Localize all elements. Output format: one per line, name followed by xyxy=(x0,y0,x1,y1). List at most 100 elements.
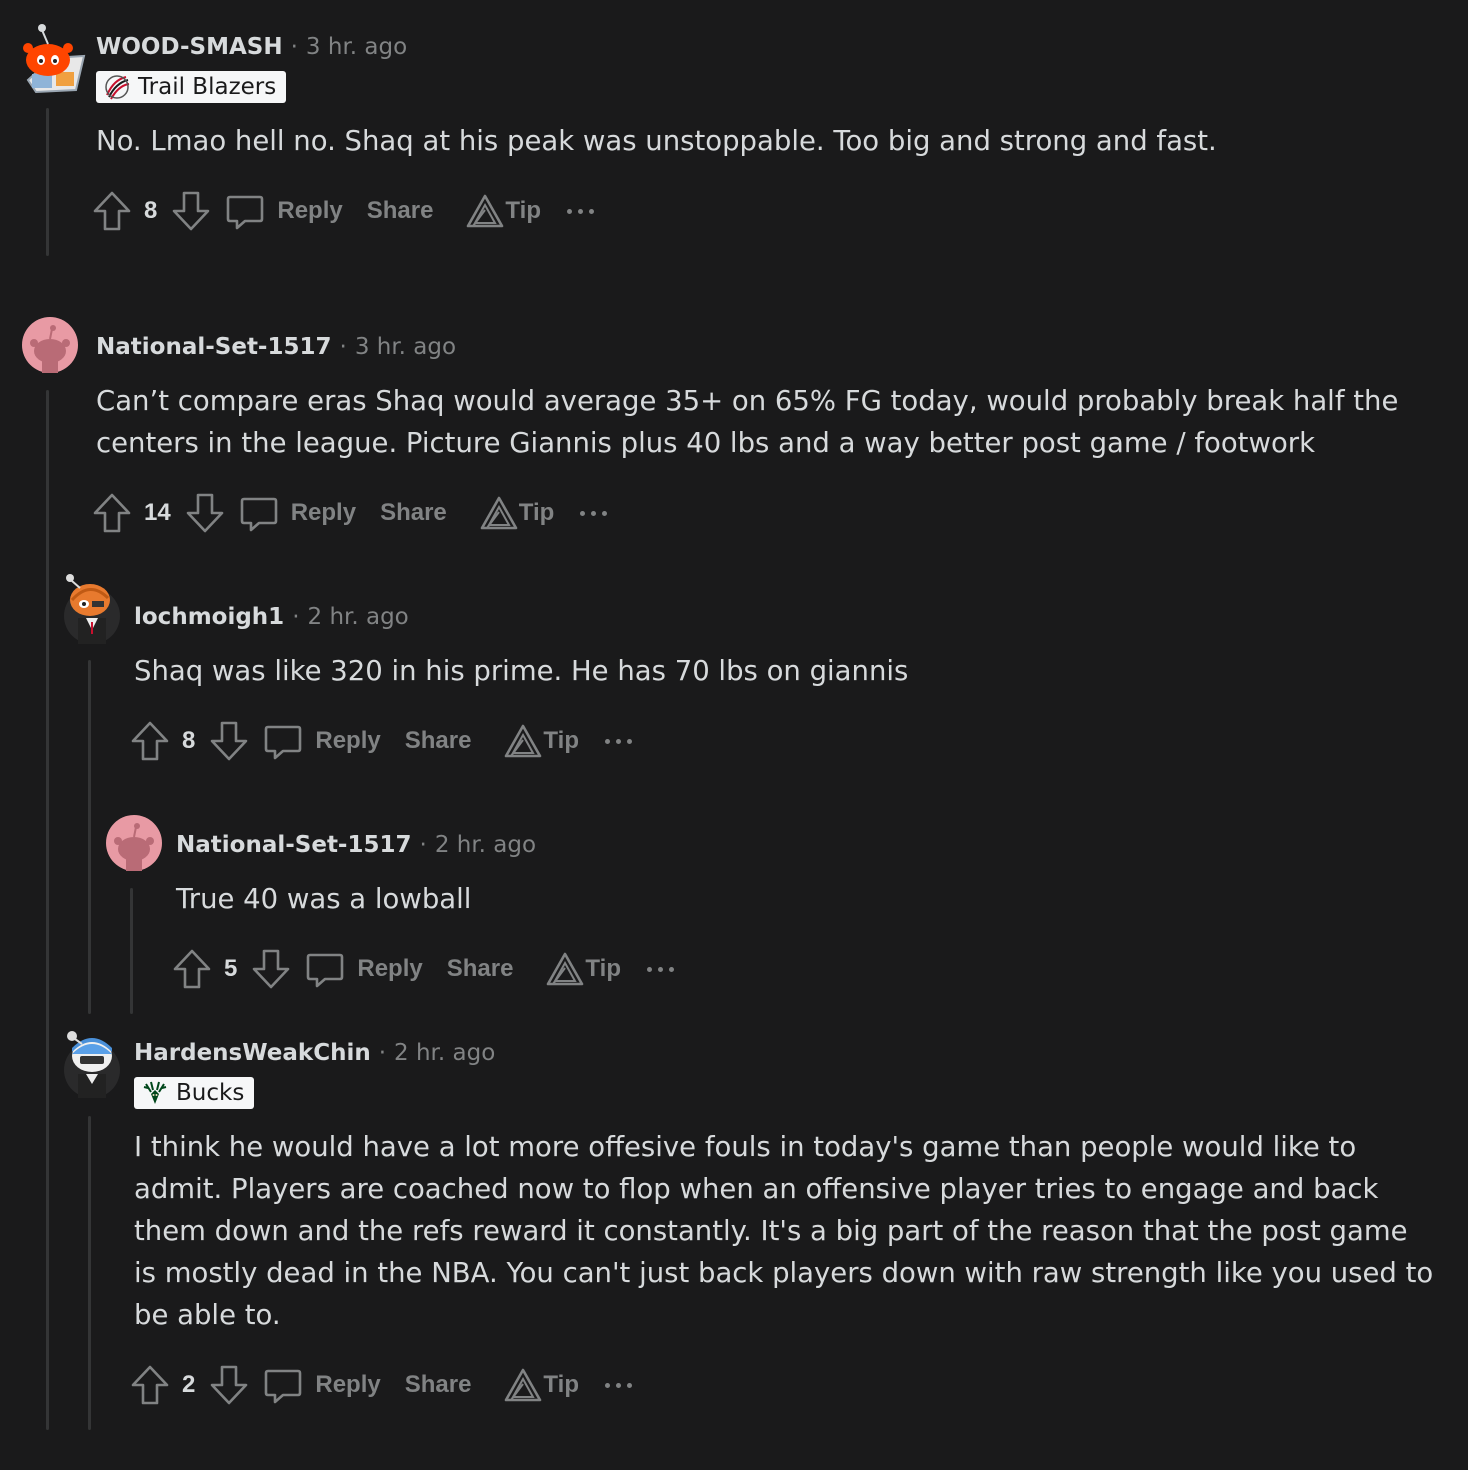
tip-label: Tip xyxy=(518,499,555,526)
timestamp[interactable]: 2 hr. ago xyxy=(308,604,409,630)
comment-body-line: centers in the league. Picture Giannis p… xyxy=(96,427,1315,459)
comment-body-line: True 40 was a lowball xyxy=(176,883,472,915)
comment-bubble-icon xyxy=(227,195,264,230)
username[interactable]: National-Set-1517 xyxy=(176,832,412,858)
reply-label: Reply xyxy=(277,197,343,224)
more-options-icon[interactable] xyxy=(604,1382,632,1388)
bucks-logo-icon xyxy=(142,1080,168,1106)
downvote-icon[interactable] xyxy=(209,1364,249,1406)
thread-line[interactable] xyxy=(88,1116,91,1430)
user-avatar[interactable] xyxy=(106,815,162,871)
user-avatar[interactable] xyxy=(62,570,122,646)
reply-button[interactable]: Reply xyxy=(225,191,343,231)
separator-dot: · xyxy=(292,604,300,630)
timestamp[interactable]: 2 hr. ago xyxy=(435,832,536,858)
upvote-icon[interactable] xyxy=(130,720,170,762)
comment-actions: 2 Reply Share Tip xyxy=(130,1363,632,1407)
comment-meta: HardensWeakChin · 2 hr. ago xyxy=(134,1038,495,1068)
separator-dot: · xyxy=(339,334,347,360)
tip-button[interactable]: Tip xyxy=(465,193,541,229)
timestamp[interactable]: 3 hr. ago xyxy=(355,334,456,360)
tip-button[interactable]: Tip xyxy=(503,723,579,759)
username[interactable]: WOOD-SMASH xyxy=(96,34,283,60)
tip-button[interactable]: Tip xyxy=(479,495,555,531)
user-flair[interactable]: Trail Blazers xyxy=(96,71,287,103)
tip-triangle-icon xyxy=(505,724,542,758)
user-flair[interactable]: Bucks xyxy=(134,1077,255,1109)
vote-count: 8 xyxy=(144,197,158,224)
username[interactable]: lochmoigh1 xyxy=(134,604,284,630)
comment-body-line: Can’t compare eras Shaq would average 35… xyxy=(96,385,1399,417)
reply-label: Reply xyxy=(357,955,423,982)
comment-bubble-icon xyxy=(307,953,344,988)
reply-label: Reply xyxy=(315,1371,381,1398)
comment-body: Shaq was like 320 in his prime. He has 7… xyxy=(134,650,908,692)
tip-triangle-icon xyxy=(547,952,584,986)
username[interactable]: National-Set-1517 xyxy=(96,334,332,360)
share-button[interactable]: Share xyxy=(405,1371,472,1399)
upvote-icon[interactable] xyxy=(92,190,132,232)
upvote-icon[interactable] xyxy=(172,948,212,990)
upvote-icon[interactable] xyxy=(92,492,132,534)
user-avatar[interactable] xyxy=(18,20,88,94)
thread-line[interactable] xyxy=(46,108,49,256)
downvote-icon[interactable] xyxy=(171,190,211,232)
comment-body-line: is mostly dead in the NBA. You can't jus… xyxy=(134,1257,1434,1289)
tip-label: Tip xyxy=(543,1371,579,1398)
trail-blazers-logo-icon xyxy=(104,74,130,100)
comment-meta: lochmoigh1 · 2 hr. ago xyxy=(134,602,409,632)
thread-line[interactable] xyxy=(88,660,91,1014)
reply-button[interactable]: Reply xyxy=(263,721,381,761)
timestamp[interactable]: 3 hr. ago xyxy=(306,34,407,60)
flair-label: Bucks xyxy=(176,1080,245,1106)
comment-bubble-icon xyxy=(240,497,278,532)
share-button[interactable]: Share xyxy=(405,727,472,755)
more-options-icon[interactable] xyxy=(566,208,594,214)
reply-button[interactable]: Reply xyxy=(305,949,423,989)
reply-label: Reply xyxy=(290,499,357,526)
vote-count: 5 xyxy=(224,955,238,982)
comment-bubble-icon xyxy=(265,1369,302,1404)
comment-body-line: Shaq was like 320 in his prime. He has 7… xyxy=(134,655,909,687)
downvote-icon[interactable] xyxy=(209,720,249,762)
thread-line[interactable] xyxy=(46,390,49,1430)
comment-meta: WOOD-SMASH · 3 hr. ago xyxy=(96,32,407,62)
user-avatar[interactable] xyxy=(22,317,78,373)
separator-dot: · xyxy=(378,1040,387,1066)
comment-actions: 14 Reply Share Tip xyxy=(92,491,608,535)
comment-body: Can’t compare eras Shaq would average 35… xyxy=(96,380,1398,464)
reply-button[interactable]: Reply xyxy=(239,493,356,533)
tip-triangle-icon xyxy=(480,496,518,530)
flair-label: Trail Blazers xyxy=(138,74,277,100)
reply-button[interactable]: Reply xyxy=(263,1365,381,1405)
upvote-icon[interactable] xyxy=(130,1364,170,1406)
share-button[interactable]: Share xyxy=(367,197,434,225)
separator-dot: · xyxy=(419,832,427,858)
share-button[interactable]: Share xyxy=(447,955,514,983)
comment-body-line: admit. Players are coached now to flop w… xyxy=(134,1173,1379,1205)
username[interactable]: HardensWeakChin xyxy=(134,1040,371,1066)
downvote-icon[interactable] xyxy=(251,948,291,990)
vote-count: 14 xyxy=(144,499,171,526)
user-avatar[interactable] xyxy=(62,1026,122,1100)
thread-line[interactable] xyxy=(130,888,133,1014)
comment-actions: 8 Reply Share Tip xyxy=(130,719,632,763)
more-options-icon[interactable] xyxy=(580,510,608,516)
comment-meta: National-Set-1517 · 2 hr. ago xyxy=(176,830,536,860)
comment-meta: National-Set-1517 · 3 hr. ago xyxy=(96,332,456,362)
more-options-icon[interactable] xyxy=(604,738,632,744)
comment-body-line: them down and the refs reward it constan… xyxy=(134,1215,1408,1247)
timestamp[interactable]: 2 hr. ago xyxy=(394,1040,495,1066)
vote-count: 8 xyxy=(182,727,196,754)
share-button[interactable]: Share xyxy=(380,499,447,527)
vote-count: 2 xyxy=(182,1371,196,1398)
comment-body-line: No. Lmao hell no. Shaq at his peak was u… xyxy=(96,125,1217,157)
tip-button[interactable]: Tip xyxy=(503,1367,579,1403)
comment-actions: 8 Reply Share Tip xyxy=(92,189,594,233)
more-options-icon[interactable] xyxy=(646,966,674,972)
comment-actions: 5 Reply Share Tip xyxy=(172,947,674,991)
tip-button[interactable]: Tip xyxy=(545,951,621,987)
tip-triangle-icon xyxy=(467,194,504,228)
downvote-icon[interactable] xyxy=(185,492,225,534)
comment-body-line: I think he would have a lot more offesiv… xyxy=(134,1131,1357,1163)
